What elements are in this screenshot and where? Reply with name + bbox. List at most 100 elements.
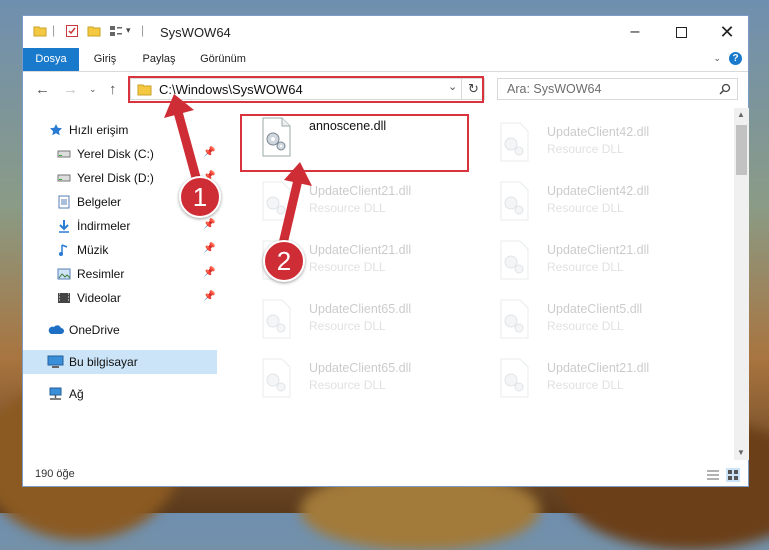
file-item[interactable]: UpdateClient65.dll Resource DLL: [241, 352, 471, 404]
file-type: Resource DLL: [547, 319, 624, 333]
file-name: UpdateClient21.dll: [309, 184, 412, 198]
scroll-down-icon[interactable]: ▼: [737, 448, 745, 457]
music-icon: [59, 244, 68, 256]
sidebar-item-label: Bu bilgisayar: [69, 355, 138, 369]
tab-dosya[interactable]: Dosya: [23, 48, 79, 71]
forward-arrow-icon[interactable]: →: [63, 81, 78, 98]
properties-icon[interactable]: [65, 24, 79, 38]
tab-gorunum[interactable]: Görünüm: [193, 48, 253, 71]
file-name: UpdateClient65.dll: [309, 361, 412, 375]
expand-ribbon-icon[interactable]: ⌄: [713, 53, 721, 64]
title-bar: | ▾ | SysWOW64 – ✕: [23, 16, 748, 48]
pin-icon[interactable]: 📌: [203, 291, 215, 302]
pin-icon[interactable]: 📌: [203, 219, 215, 230]
cloud-icon: [48, 325, 64, 334]
search-icon[interactable]: [719, 83, 731, 95]
folder-icon: [33, 26, 47, 37]
new-folder-icon[interactable]: [87, 24, 101, 38]
sidebar-item-label: Ağ: [69, 387, 84, 401]
sidebar-item-label: İndirmeler: [77, 219, 131, 233]
drive-icon: [57, 174, 71, 182]
help-icon[interactable]: ?: [729, 52, 742, 65]
file-item[interactable]: UpdateClient5.dll Resource DLL: [479, 293, 709, 345]
documents-icon: [58, 195, 70, 209]
file-item[interactable]: UpdateClient21.dll Resource DLL: [479, 234, 709, 286]
search-input[interactable]: Ara: SysWOW64: [497, 78, 738, 100]
file-type: Resource DLL: [547, 201, 624, 215]
details-view-icon[interactable]: [706, 469, 720, 481]
file-item[interactable]: UpdateClient65.dll Resource DLL: [241, 293, 471, 345]
tab-paylas[interactable]: Paylaş: [135, 48, 183, 71]
sidebar-item-label: Müzik: [77, 243, 109, 257]
close-button[interactable]: ✕: [704, 16, 750, 48]
network-icon: [49, 387, 62, 400]
view-options-icon[interactable]: [109, 24, 123, 38]
back-arrow-icon[interactable]: ←: [35, 81, 50, 98]
file-type: Resource DLL: [309, 378, 386, 392]
file-name: UpdateClient42.dll: [547, 125, 650, 139]
dll-file-icon: [500, 299, 529, 339]
videos-icon: [58, 293, 70, 303]
large-icons-view-icon[interactable]: [726, 468, 740, 482]
search-placeholder: Ara: SysWOW64: [507, 82, 602, 96]
file-name: UpdateClient21.dll: [309, 243, 412, 257]
vertical-scrollbar[interactable]: ▲ ▼: [734, 108, 749, 460]
pictures-icon: [57, 268, 71, 280]
sidebar-item-label: Hızlı erişim: [69, 123, 129, 137]
tab-giris[interactable]: Giriş: [85, 48, 125, 71]
sidebar-item-music[interactable]: Müzik 📌: [23, 238, 217, 262]
qa-dropdown-icon[interactable]: ▾: [126, 25, 131, 36]
pin-icon[interactable]: 📌: [203, 267, 215, 278]
separator: |: [52, 23, 56, 37]
file-type: Resource DLL: [547, 378, 624, 392]
separator: |: [141, 23, 145, 37]
file-name: UpdateClient42.dll: [547, 184, 650, 198]
sidebar-item-label: Resimler: [77, 267, 125, 281]
status-bar: 190 öğe: [23, 464, 748, 486]
window-title: SysWOW64: [160, 25, 231, 40]
sidebar-item-downloads[interactable]: İndirmeler 📌: [23, 214, 217, 238]
sidebar-item-label: Belgeler: [77, 195, 122, 209]
dll-file-icon: [500, 358, 529, 398]
pin-icon[interactable]: 📌: [203, 243, 215, 254]
star-icon: [50, 124, 62, 136]
file-name: UpdateClient21.dll: [547, 243, 650, 257]
minimize-button[interactable]: –: [612, 16, 658, 48]
step-1-badge: 1: [179, 176, 221, 218]
sidebar-item-onedrive[interactable]: OneDrive: [23, 318, 217, 342]
ribbon: Dosya Giriş Paylaş Görünüm ⌄ ?: [23, 48, 748, 72]
dll-file-icon: [500, 122, 529, 162]
drive-icon: [57, 150, 71, 158]
file-item[interactable]: UpdateClient42.dll Resource DLL: [479, 175, 709, 227]
sidebar-item-label: Yerel Disk (C:): [77, 147, 154, 161]
recent-locations-icon[interactable]: ⌄: [89, 84, 97, 95]
step-2-badge: 2: [263, 240, 305, 282]
file-type: Resource DLL: [309, 260, 386, 274]
file-name: UpdateClient21.dll: [547, 361, 650, 375]
dll-file-icon: [500, 181, 529, 221]
sidebar-item-network[interactable]: Ağ: [23, 382, 217, 406]
download-icon: [59, 220, 69, 233]
maximize-button[interactable]: [658, 16, 704, 48]
sidebar-item-this-pc[interactable]: Bu bilgisayar: [23, 350, 217, 374]
scrollbar-thumb[interactable]: [736, 125, 747, 175]
up-arrow-icon[interactable]: ↑: [109, 81, 117, 98]
file-type: Resource DLL: [309, 319, 386, 333]
file-name: UpdateClient65.dll: [309, 302, 412, 316]
sidebar-item-pictures[interactable]: Resimler 📌: [23, 262, 217, 286]
sidebar-item-videos[interactable]: Videolar 📌: [23, 286, 217, 310]
item-count: 190 öğe: [35, 468, 75, 480]
computer-icon: [47, 355, 64, 368]
sidebar-item-label: Yerel Disk (D:): [77, 171, 154, 185]
dll-file-icon: [262, 358, 291, 398]
file-type: Resource DLL: [547, 260, 624, 274]
dll-file-icon: [500, 240, 529, 280]
dll-file-icon: [262, 299, 291, 339]
file-item[interactable]: UpdateClient21.dll Resource DLL: [479, 352, 709, 404]
sidebar-item-label: Videolar: [77, 291, 121, 305]
file-type: Resource DLL: [547, 142, 624, 156]
sidebar-item-label: OneDrive: [69, 323, 120, 337]
file-name: UpdateClient5.dll: [547, 302, 643, 316]
scroll-up-icon[interactable]: ▲: [737, 110, 745, 119]
file-item[interactable]: UpdateClient42.dll Resource DLL: [479, 116, 709, 168]
